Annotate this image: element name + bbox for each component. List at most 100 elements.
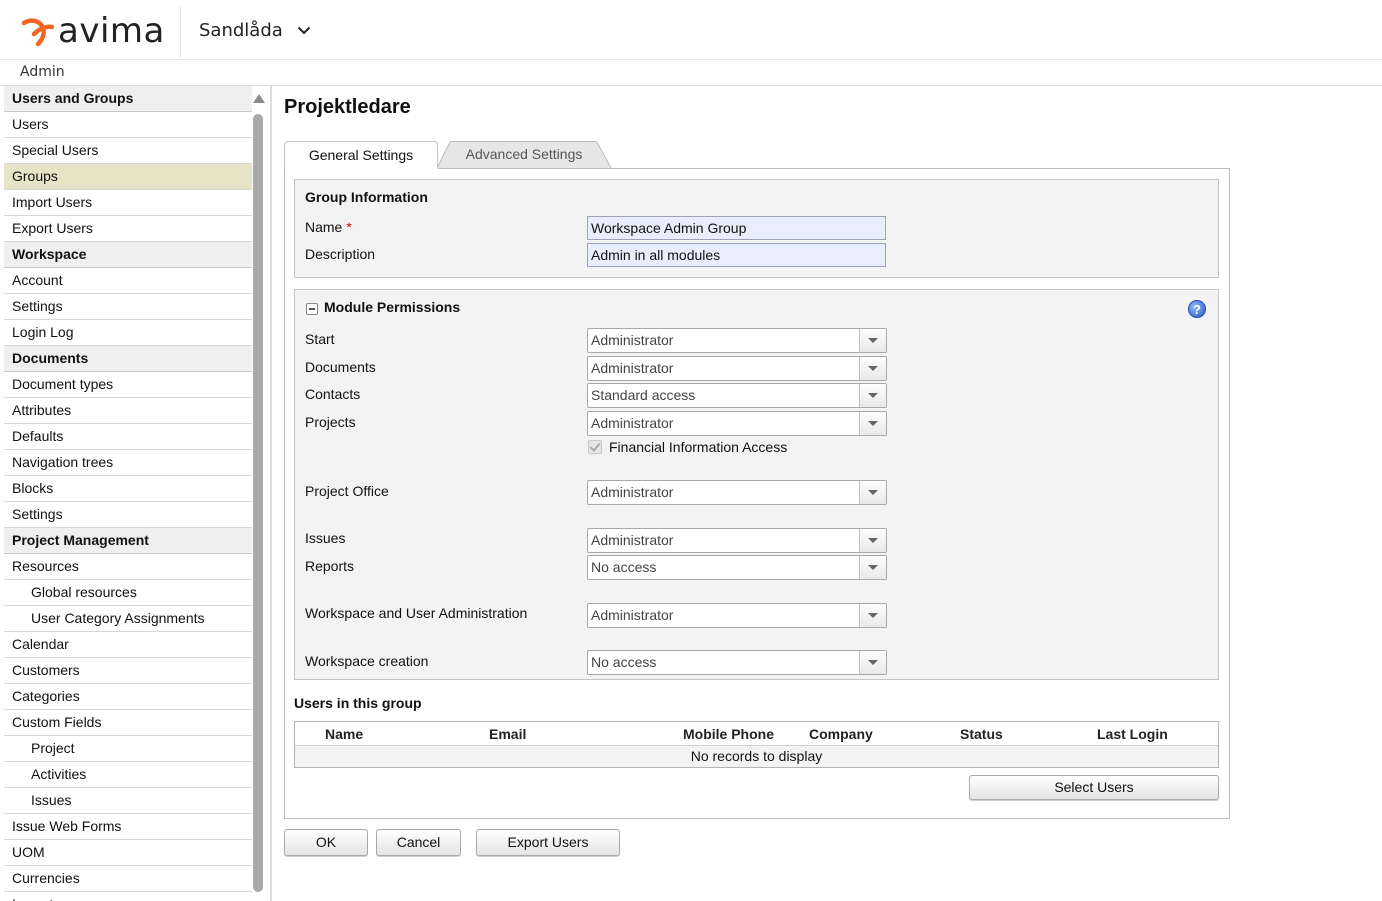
sidebar-item-custom-fields-activities[interactable]: Activities <box>4 762 252 788</box>
sidebar-item-account[interactable]: Account <box>4 268 252 294</box>
column-header-name[interactable]: Name <box>325 726 363 742</box>
column-header-company[interactable]: Company <box>809 726 873 742</box>
permission-label-workspace-user-admin: Workspace and User Administration <box>305 605 528 621</box>
dropdown-arrow-icon[interactable] <box>859 329 886 352</box>
permission-label-project-office: Project Office <box>305 483 389 499</box>
tab-advanced-label: Advanced Settings <box>465 146 583 162</box>
sidebar-item-customers[interactable]: Customers <box>4 658 252 684</box>
financial-access-checkbox[interactable] <box>588 440 602 454</box>
permission-select-documents[interactable]: Administrator <box>587 356 887 381</box>
sidebar-item-workspace-settings[interactable]: Settings <box>4 294 252 320</box>
export-users-button[interactable]: Export Users <box>476 829 620 856</box>
users-grid: Name Email Mobile Phone Company Status L… <box>294 721 1219 768</box>
sidebar-header-project-management: Project Management <box>4 528 252 554</box>
dropdown-arrow-icon[interactable] <box>859 384 886 407</box>
sidebar-item-categories[interactable]: Categories <box>4 684 252 710</box>
sidebar-item-calendar[interactable]: Calendar <box>4 632 252 658</box>
sidebar-item-resources[interactable]: Resources <box>4 554 252 580</box>
cancel-button[interactable]: Cancel <box>376 829 461 856</box>
breadcrumb[interactable]: Admin <box>20 64 65 80</box>
permission-select-contacts[interactable]: Standard access <box>587 383 887 408</box>
dropdown-arrow-icon[interactable] <box>859 529 886 552</box>
breadcrumb-bar: Admin <box>0 60 1382 86</box>
sidebar-item-issue-web-forms[interactable]: Issue Web Forms <box>4 814 252 840</box>
permission-select-workspace-creation[interactable]: No access <box>587 650 887 675</box>
dropdown-arrow-icon[interactable] <box>859 604 886 627</box>
pane-splitter[interactable] <box>270 86 272 901</box>
permission-select-start[interactable]: Administrator <box>587 328 887 353</box>
sidebar-item-custom-fields[interactable]: Custom Fields <box>4 710 252 736</box>
tab-advanced-settings[interactable]: Advanced Settings <box>436 141 612 169</box>
page-title: Projektledare <box>284 96 411 118</box>
required-marker: * <box>346 219 352 235</box>
dropdown-arrow-icon[interactable] <box>859 412 886 435</box>
sidebar-item-uom[interactable]: UOM <box>4 840 252 866</box>
column-header-email[interactable]: Email <box>489 726 526 742</box>
column-header-mobile-phone[interactable]: Mobile Phone <box>683 726 774 742</box>
selected-value: Administrator <box>591 532 674 548</box>
sidebar-item-users[interactable]: Users <box>4 112 252 138</box>
selected-value: Administrator <box>591 415 674 431</box>
dropdown-arrow-icon[interactable] <box>859 651 886 674</box>
permission-label-start: Start <box>305 331 335 347</box>
workspace-switcher[interactable]: Sandlåda <box>199 20 311 41</box>
avima-logo-icon <box>21 18 54 47</box>
admin-sidebar: Users and Groups Users Special Users Gro… <box>4 86 252 901</box>
sidebar-item-navigation-trees[interactable]: Navigation trees <box>4 450 252 476</box>
sidebar-scrollbar[interactable] <box>252 92 265 901</box>
sidebar-item-export-users[interactable]: Export Users <box>4 216 252 242</box>
tab-general-settings[interactable]: General Settings <box>284 141 438 169</box>
header-divider <box>180 6 181 58</box>
ok-button[interactable]: OK <box>284 829 368 856</box>
selected-value: Standard access <box>591 387 696 403</box>
column-header-last-login[interactable]: Last Login <box>1097 726 1168 742</box>
permission-select-workspace-user-admin[interactable]: Administrator <box>587 603 887 628</box>
scroll-up-arrow-icon[interactable] <box>253 94 265 103</box>
sidebar-item-custom-fields-issues[interactable]: Issues <box>4 788 252 814</box>
grid-header: Name Email Mobile Phone Company Status L… <box>295 722 1218 746</box>
sidebar-item-document-types[interactable]: Document types <box>4 372 252 398</box>
permission-select-project-office[interactable]: Administrator <box>587 480 887 505</box>
sidebar-item-import-users[interactable]: Import Users <box>4 190 252 216</box>
sidebar-item-issue-types[interactable]: Issue types <box>4 892 252 901</box>
help-icon[interactable]: ? <box>1188 300 1206 318</box>
column-header-status[interactable]: Status <box>960 726 1003 742</box>
users-in-group-title: Users in this group <box>294 695 422 711</box>
dropdown-arrow-icon[interactable] <box>859 556 886 579</box>
permission-select-issues[interactable]: Administrator <box>587 528 887 553</box>
collapse-icon[interactable] <box>306 303 318 315</box>
sidebar-item-global-resources[interactable]: Global resources <box>4 580 252 606</box>
avima-logo[interactable]: avima <box>20 12 165 50</box>
sidebar-header-documents: Documents <box>4 346 252 372</box>
permission-label-projects: Projects <box>305 414 356 430</box>
sidebar-item-document-settings[interactable]: Settings <box>4 502 252 528</box>
sidebar-header-workspace: Workspace <box>4 242 252 268</box>
selected-value: Administrator <box>591 607 674 623</box>
top-bar: avima Sandlåda <box>0 0 1382 60</box>
sidebar-item-custom-fields-project[interactable]: Project <box>4 736 252 762</box>
scrollbar-thumb[interactable] <box>253 114 263 892</box>
sidebar-item-user-category-assignments[interactable]: User Category Assignments <box>4 606 252 632</box>
sidebar-item-login-log[interactable]: Login Log <box>4 320 252 346</box>
sidebar-item-groups[interactable]: Groups <box>4 164 252 190</box>
brand-name: avima <box>58 11 165 51</box>
permission-select-reports[interactable]: No access <box>587 555 887 580</box>
permission-label-workspace-creation: Workspace creation <box>305 653 429 669</box>
description-field[interactable]: Admin in all modules <box>587 243 886 267</box>
sidebar-item-defaults[interactable]: Defaults <box>4 424 252 450</box>
sidebar-item-special-users[interactable]: Special Users <box>4 138 252 164</box>
sidebar-item-currencies[interactable]: Currencies <box>4 866 252 892</box>
selected-value: Administrator <box>591 484 674 500</box>
sidebar-item-blocks[interactable]: Blocks <box>4 476 252 502</box>
dropdown-arrow-icon[interactable] <box>859 481 886 504</box>
description-label: Description <box>305 246 376 262</box>
dropdown-arrow-icon[interactable] <box>859 357 886 380</box>
workspace-name: Sandlåda <box>199 20 283 41</box>
sidebar-item-attributes[interactable]: Attributes <box>4 398 252 424</box>
selected-value: No access <box>591 654 657 670</box>
empty-grid-message: No records to display <box>295 746 1218 767</box>
select-users-button[interactable]: Select Users <box>969 775 1219 800</box>
permission-select-projects[interactable]: Administrator <box>587 411 887 436</box>
name-field[interactable]: Workspace Admin Group <box>587 216 886 240</box>
permission-label-documents: Documents <box>305 359 376 375</box>
